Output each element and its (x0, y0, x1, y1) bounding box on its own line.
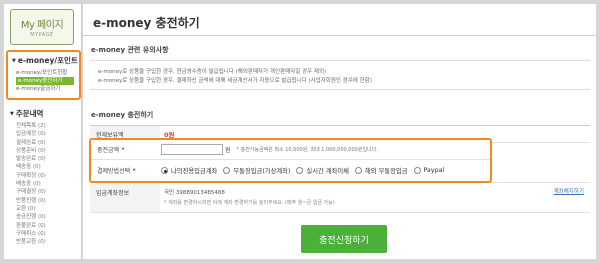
sidebar-item-order[interactable]: 송금진행 (0) (16, 213, 81, 221)
sidebar-item-order[interactable]: 배송중 (0) (16, 163, 81, 171)
sidebar-item-order[interactable]: 반품교환 (0) (16, 238, 81, 246)
amount-note: * 충전가능금액은 최소 10,000원, 최대 1,000,000,000원입… (236, 147, 378, 153)
account-number: 국민 39889013485488 (164, 190, 225, 196)
radio-my-account[interactable]: 나의전용입금계좌 (161, 166, 217, 175)
triangle-down-icon: ▼ (10, 110, 14, 117)
order-section-label: 주문내역 (15, 109, 44, 118)
method-label: 결제방법선택 • (91, 160, 157, 181)
sidebar-item-order[interactable]: 구매취소 (0) (16, 230, 81, 238)
sidebar-item-order[interactable]: 환불완료 (0) (16, 222, 81, 230)
radio-realtime-transfer[interactable]: 실시간 계좌이체 (296, 166, 349, 175)
emoney-section-label: e-money/포인트 (17, 56, 78, 65)
account-note: * 계좌를 변경하시려면 아래 계좌 변경하기를 눌러주세요. (매주 월~금 … (164, 200, 335, 206)
emoney-menu-section: ▼ e-money/포인트 e-money/포인트현황 e-money충전하기 … (6, 50, 81, 100)
radio-icon (223, 167, 231, 174)
account-info-row: 입금계좌정보 국민 39889013485488 * 계좌를 변경하시려면 아래… (90, 183, 590, 213)
sidebar-item-order[interactable]: 구매확정 (0) (16, 172, 81, 180)
order-menu-section: ▼ 주문내역 전체목록 (2) 입금예정 (0) 결제완료 (0) 상품준비 (… (6, 105, 81, 246)
sidebar-item-order[interactable]: 반품진행 (0) (16, 197, 81, 205)
sidebar-item-emoney-charge[interactable]: e-money충전하기 (16, 77, 74, 85)
amount-row: 충전금액 • 원 * 충전가능금액은 최소 10,000원, 최대 1,000,0… (91, 140, 490, 160)
charge-submit-button[interactable]: 충전신청하기 (301, 225, 387, 253)
sidebar-item-emoney-withdraw[interactable]: e-money출금하기 (16, 85, 79, 93)
order-submenu: 전체목록 (2) 입금예정 (0) 결제완료 (0) 상품준비 (0) 발송완료… (6, 122, 81, 246)
main-content: e-money 충전하기 e-money 관련 유의사항 e-money로 상품… (83, 4, 596, 259)
notice-line: e-money로 상품을 구입한 경우, 결제하신 금액에 대해 세금계산서가 … (98, 78, 372, 84)
radio-overseas-deposit[interactable]: 해외 무통장입금 (354, 166, 408, 175)
sidebar-item-order[interactable]: 구매결정 (0) (16, 188, 81, 196)
sidebar: My 페이지 MYPAGE ▼ e-money/포인트 e-money/포인트현… (4, 4, 82, 259)
radio-icon (296, 167, 304, 174)
notice-box: e-money로 상품을 구입한 경우, 현금영수증이 발급됩니다 (해외판매자… (90, 60, 590, 90)
method-row: 결제방법선택 • 나의전용입금계좌 무통장입금(가상계좌) 실시간 계좌이체 해외… (91, 160, 490, 181)
amount-label: 충전금액 • (91, 140, 157, 159)
radio-icon (354, 167, 362, 174)
amount-unit: 원 (225, 147, 231, 154)
account-change-link[interactable]: 계좌해지하기 (554, 187, 584, 195)
emoney-section-title[interactable]: ▼ e-money/포인트 (8, 52, 79, 66)
notice-heading: e-money 관련 유의사항 (91, 46, 169, 54)
amount-input[interactable] (161, 144, 223, 155)
page-title: e-money 충전하기 (93, 16, 200, 30)
divider (83, 35, 596, 36)
radio-icon (413, 167, 421, 174)
radio-paypal[interactable]: Paypal (413, 167, 444, 174)
triangle-down-icon: ▼ (12, 57, 16, 64)
page-frame: My 페이지 MYPAGE ▼ e-money/포인트 e-money/포인트현… (0, 0, 600, 263)
notice-line: e-money로 상품을 구입한 경우, 현금영수증이 발급됩니다 (해외판매자… (98, 69, 327, 75)
sidebar-item-order[interactable]: 결제완료 (0) (16, 139, 81, 147)
logo-subtitle: MYPAGE (30, 32, 54, 38)
sidebar-item-order[interactable]: 배송중 (0) (16, 180, 81, 188)
sidebar-item-order[interactable]: 입금예정 (0) (16, 130, 81, 138)
sidebar-item-order[interactable]: 교환 (0) (16, 205, 81, 213)
emoney-submenu: e-money/포인트현황 e-money충전하기 e-money출금하기 (8, 69, 79, 93)
sidebar-item-order[interactable]: 상품준비 (0) (16, 147, 81, 155)
charge-input-section: 충전금액 • 원 * 충전가능금액은 최소 10,000원, 최대 1,000,0… (89, 138, 492, 183)
charge-heading: e-money 충전하기 (91, 111, 154, 119)
sidebar-item-order[interactable]: 전체목록 (2) (16, 122, 81, 130)
mypage-logo[interactable]: My 페이지 MYPAGE (10, 9, 74, 45)
order-section-title[interactable]: ▼ 주문내역 (6, 105, 81, 119)
account-label: 입금계좌정보 (90, 183, 160, 212)
sidebar-item-emoney-status[interactable]: e-money/포인트현황 (16, 69, 79, 77)
radio-selected-icon (161, 167, 168, 174)
radio-virtual-account[interactable]: 무통장입금(가상계좌) (223, 166, 290, 175)
logo-title: My 페이지 (20, 20, 64, 31)
sidebar-item-order[interactable]: 발송완료 (0) (16, 155, 81, 163)
